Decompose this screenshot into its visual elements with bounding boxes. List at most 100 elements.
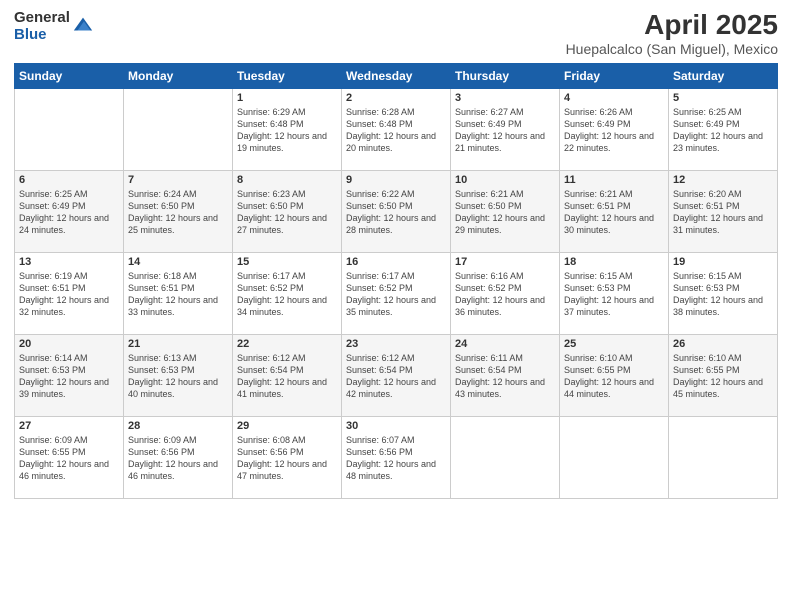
table-row: 21 Sunrise: 6:13 AMSunset: 6:53 PMDayligh…	[124, 334, 233, 416]
day-info: Sunrise: 6:26 AMSunset: 6:49 PMDaylight:…	[564, 106, 664, 155]
day-number: 7	[128, 174, 228, 186]
table-row: 29 Sunrise: 6:08 AMSunset: 6:56 PMDayligh…	[233, 416, 342, 498]
day-number: 19	[673, 256, 773, 268]
col-monday: Monday	[124, 63, 233, 88]
day-info: Sunrise: 6:24 AMSunset: 6:50 PMDaylight:…	[128, 188, 228, 237]
day-number: 9	[346, 174, 446, 186]
table-row: 6 Sunrise: 6:25 AMSunset: 6:49 PMDaylight…	[15, 170, 124, 252]
logo: General Blue	[14, 10, 94, 43]
day-number: 6	[19, 174, 119, 186]
day-info: Sunrise: 6:17 AMSunset: 6:52 PMDaylight:…	[237, 270, 337, 319]
table-row: 9 Sunrise: 6:22 AMSunset: 6:50 PMDaylight…	[342, 170, 451, 252]
day-info: Sunrise: 6:29 AMSunset: 6:48 PMDaylight:…	[237, 106, 337, 155]
table-row: 15 Sunrise: 6:17 AMSunset: 6:52 PMDayligh…	[233, 252, 342, 334]
table-row: 22 Sunrise: 6:12 AMSunset: 6:54 PMDayligh…	[233, 334, 342, 416]
table-row: 27 Sunrise: 6:09 AMSunset: 6:55 PMDayligh…	[15, 416, 124, 498]
col-saturday: Saturday	[669, 63, 778, 88]
calendar-week-row: 20 Sunrise: 6:14 AMSunset: 6:53 PMDayligh…	[15, 334, 778, 416]
day-info: Sunrise: 6:25 AMSunset: 6:49 PMDaylight:…	[673, 106, 773, 155]
table-row: 2Sunrise: 6:28 AMSunset: 6:48 PMDaylight…	[342, 88, 451, 170]
table-row: 8 Sunrise: 6:23 AMSunset: 6:50 PMDaylight…	[233, 170, 342, 252]
logo-icon	[72, 14, 94, 36]
day-number: 18	[564, 256, 664, 268]
logo-general: General	[14, 10, 70, 27]
day-number: 20	[19, 338, 119, 350]
day-number: 28	[128, 420, 228, 432]
col-thursday: Thursday	[451, 63, 560, 88]
day-number: 10	[455, 174, 555, 186]
table-row: 7 Sunrise: 6:24 AMSunset: 6:50 PMDaylight…	[124, 170, 233, 252]
table-row: 17 Sunrise: 6:16 AMSunset: 6:52 PMDayligh…	[451, 252, 560, 334]
table-row: 5 Sunrise: 6:25 AMSunset: 6:49 PMDaylight…	[669, 88, 778, 170]
day-info: Sunrise: 6:11 AMSunset: 6:54 PMDaylight:…	[455, 352, 555, 401]
day-number: 17	[455, 256, 555, 268]
day-number: 22	[237, 338, 337, 350]
table-row	[560, 416, 669, 498]
day-info: Sunrise: 6:09 AMSunset: 6:55 PMDaylight:…	[19, 434, 119, 483]
table-row: 26Sunrise: 6:10 AMSunset: 6:55 PMDayligh…	[669, 334, 778, 416]
calendar-week-row: 1 Sunrise: 6:29 AMSunset: 6:48 PMDaylight…	[15, 88, 778, 170]
day-info: Sunrise: 6:17 AMSunset: 6:52 PMDaylight:…	[346, 270, 446, 319]
day-number: 4	[564, 92, 664, 104]
day-info: Sunrise: 6:10 AMSunset: 6:55 PMDaylight:…	[673, 352, 773, 401]
table-row	[15, 88, 124, 170]
table-row: 14Sunrise: 6:18 AMSunset: 6:51 PMDayligh…	[124, 252, 233, 334]
page: General Blue April 2025 Huepalcalco (San…	[0, 0, 792, 612]
col-wednesday: Wednesday	[342, 63, 451, 88]
day-info: Sunrise: 6:23 AMSunset: 6:50 PMDaylight:…	[237, 188, 337, 237]
day-info: Sunrise: 6:08 AMSunset: 6:56 PMDaylight:…	[237, 434, 337, 483]
day-number: 3	[455, 92, 555, 104]
table-row: 3 Sunrise: 6:27 AMSunset: 6:49 PMDaylight…	[451, 88, 560, 170]
day-info: Sunrise: 6:12 AMSunset: 6:54 PMDaylight:…	[237, 352, 337, 401]
day-number: 27	[19, 420, 119, 432]
day-info: Sunrise: 6:20 AMSunset: 6:51 PMDaylight:…	[673, 188, 773, 237]
calendar-week-row: 27 Sunrise: 6:09 AMSunset: 6:55 PMDayligh…	[15, 416, 778, 498]
day-info: Sunrise: 6:13 AMSunset: 6:53 PMDaylight:…	[128, 352, 228, 401]
day-info: Sunrise: 6:07 AMSunset: 6:56 PMDaylight:…	[346, 434, 446, 483]
table-row: 20 Sunrise: 6:14 AMSunset: 6:53 PMDayligh…	[15, 334, 124, 416]
header: General Blue April 2025 Huepalcalco (San…	[14, 10, 778, 57]
logo-text: General Blue	[14, 10, 70, 43]
day-number: 2	[346, 92, 446, 104]
month-title: April 2025	[566, 10, 778, 41]
day-number: 30	[346, 420, 446, 432]
table-row: 18Sunrise: 6:15 AMSunset: 6:53 PMDayligh…	[560, 252, 669, 334]
logo-blue: Blue	[14, 27, 70, 44]
table-row: 10Sunrise: 6:21 AMSunset: 6:50 PMDayligh…	[451, 170, 560, 252]
table-row	[669, 416, 778, 498]
day-number: 12	[673, 174, 773, 186]
col-sunday: Sunday	[15, 63, 124, 88]
calendar-week-row: 13Sunrise: 6:19 AMSunset: 6:51 PMDayligh…	[15, 252, 778, 334]
day-number: 8	[237, 174, 337, 186]
day-info: Sunrise: 6:25 AMSunset: 6:49 PMDaylight:…	[19, 188, 119, 237]
day-info: Sunrise: 6:14 AMSunset: 6:53 PMDaylight:…	[19, 352, 119, 401]
table-row: 23Sunrise: 6:12 AMSunset: 6:54 PMDayligh…	[342, 334, 451, 416]
table-row: 11Sunrise: 6:21 AMSunset: 6:51 PMDayligh…	[560, 170, 669, 252]
day-info: Sunrise: 6:22 AMSunset: 6:50 PMDaylight:…	[346, 188, 446, 237]
table-row: 12 Sunrise: 6:20 AMSunset: 6:51 PMDayligh…	[669, 170, 778, 252]
day-number: 14	[128, 256, 228, 268]
day-number: 15	[237, 256, 337, 268]
table-row: 4 Sunrise: 6:26 AMSunset: 6:49 PMDaylight…	[560, 88, 669, 170]
table-row: 13Sunrise: 6:19 AMSunset: 6:51 PMDayligh…	[15, 252, 124, 334]
day-number: 29	[237, 420, 337, 432]
title-block: April 2025 Huepalcalco (San Miguel), Mex…	[566, 10, 778, 57]
day-info: Sunrise: 6:27 AMSunset: 6:49 PMDaylight:…	[455, 106, 555, 155]
day-number: 5	[673, 92, 773, 104]
day-number: 21	[128, 338, 228, 350]
calendar-header-row: Sunday Monday Tuesday Wednesday Thursday…	[15, 63, 778, 88]
day-number: 23	[346, 338, 446, 350]
table-row: 28Sunrise: 6:09 AMSunset: 6:56 PMDayligh…	[124, 416, 233, 498]
day-number: 11	[564, 174, 664, 186]
day-number: 25	[564, 338, 664, 350]
calendar: Sunday Monday Tuesday Wednesday Thursday…	[14, 63, 778, 499]
day-info: Sunrise: 6:10 AMSunset: 6:55 PMDaylight:…	[564, 352, 664, 401]
day-info: Sunrise: 6:15 AMSunset: 6:53 PMDaylight:…	[673, 270, 773, 319]
location-title: Huepalcalco (San Miguel), Mexico	[566, 41, 778, 57]
table-row: 1 Sunrise: 6:29 AMSunset: 6:48 PMDaylight…	[233, 88, 342, 170]
day-info: Sunrise: 6:19 AMSunset: 6:51 PMDaylight:…	[19, 270, 119, 319]
day-number: 1	[237, 92, 337, 104]
table-row: 30 Sunrise: 6:07 AMSunset: 6:56 PMDayligh…	[342, 416, 451, 498]
day-number: 16	[346, 256, 446, 268]
day-info: Sunrise: 6:16 AMSunset: 6:52 PMDaylight:…	[455, 270, 555, 319]
